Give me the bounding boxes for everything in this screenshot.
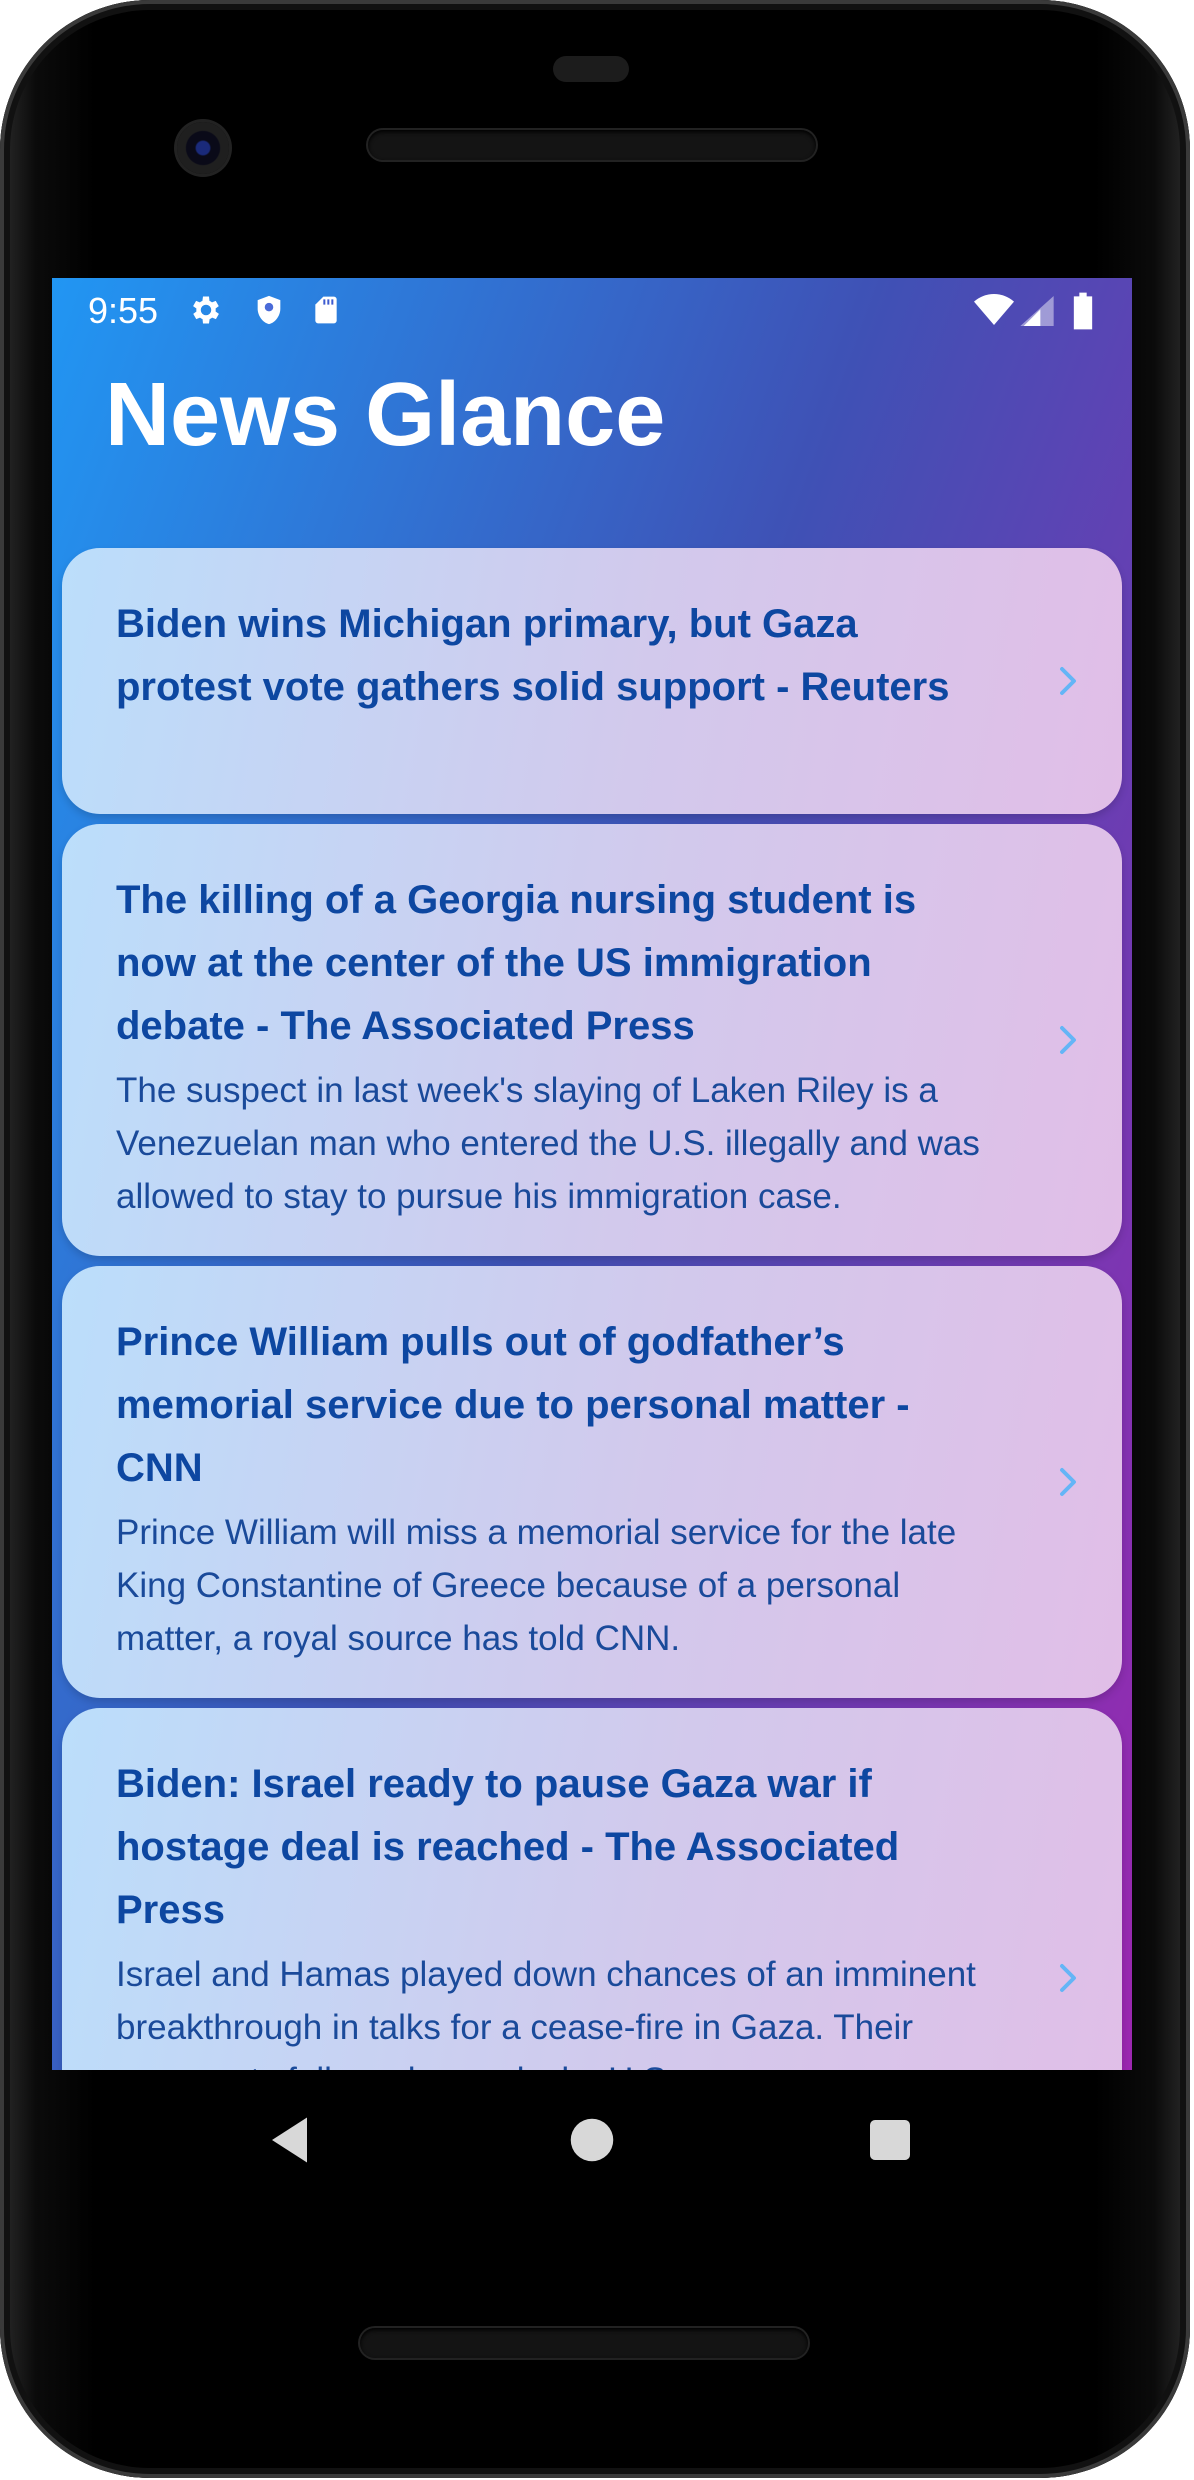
news-description: Prince William will miss a memorial serv… xyxy=(116,1513,957,1658)
wifi-icon xyxy=(974,294,1014,325)
status-bar: 9:55 xyxy=(52,278,1132,340)
volume-button xyxy=(1186,1020,1190,1360)
news-card[interactable]: Biden: Israel ready to pause Gaza war if… xyxy=(62,1708,1122,2070)
shield-icon xyxy=(257,295,281,325)
news-card[interactable]: The killing of a Georgia nursing student… xyxy=(62,824,1122,1256)
home-icon[interactable] xyxy=(562,2110,622,2170)
power-button xyxy=(1186,640,1190,800)
gear-icon xyxy=(193,296,219,324)
recents-icon[interactable] xyxy=(860,2110,920,2170)
news-list[interactable]: Biden wins Michigan primary, but Gaza pr… xyxy=(62,548,1122,2070)
news-description: Israel and Hamas played down chances of … xyxy=(116,1955,976,2070)
navigation-bar xyxy=(52,2070,1132,2200)
chevron-right-icon xyxy=(1060,667,1076,695)
news-card[interactable]: Biden wins Michigan primary, but Gaza pr… xyxy=(62,548,1122,814)
news-title: Prince William pulls out of godfather’s … xyxy=(116,1320,910,1490)
chevron-right-icon xyxy=(1060,1964,1076,1992)
chevron-right-icon xyxy=(1060,1026,1076,1054)
bottom-speaker xyxy=(360,2328,808,2358)
earpiece xyxy=(553,56,629,82)
signal-icon xyxy=(1020,296,1054,326)
news-title: The killing of a Georgia nursing student… xyxy=(116,878,917,1048)
chevron-right-icon xyxy=(1060,1468,1076,1496)
screen: 9:55 News Glance Biden wins Michigan pri… xyxy=(52,278,1132,2070)
news-title: Biden wins Michigan primary, but Gaza pr… xyxy=(116,602,950,709)
sd-card-icon xyxy=(315,296,337,324)
app-title: News Glance xyxy=(105,365,666,465)
top-speaker xyxy=(368,130,816,160)
news-description: The suspect in last week's slaying of La… xyxy=(116,1071,980,1216)
phone-device: 9:55 News Glance Biden wins Michigan pri… xyxy=(0,0,1190,2478)
front-camera xyxy=(177,122,229,174)
news-title: Biden: Israel ready to pause Gaza war if… xyxy=(116,1762,900,1932)
back-icon[interactable] xyxy=(262,2110,322,2170)
status-time: 9:55 xyxy=(88,290,159,331)
battery-icon xyxy=(1073,292,1093,330)
news-card[interactable]: Prince William pulls out of godfather’s … xyxy=(62,1266,1122,1698)
